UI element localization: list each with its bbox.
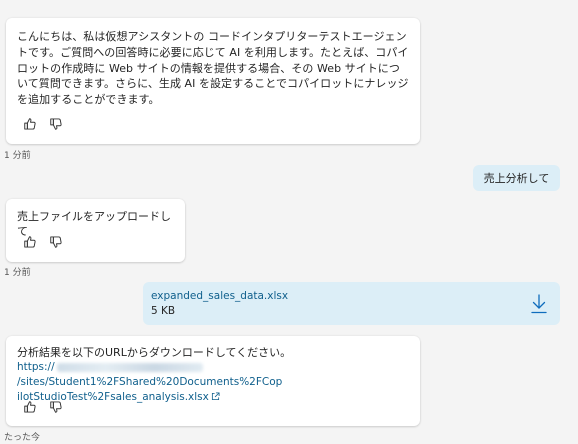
file-attachment[interactable]: expanded_sales_data.xlsx 5 KB <box>143 282 560 325</box>
thumbs-down-icon[interactable] <box>49 235 63 249</box>
bot-message-greeting: こんにちは、私は仮想アシスタントの コードインタプリターテストエージェントです。… <box>6 18 420 144</box>
result-link[interactable]: https:// /sites/Student1%2FShared%20Docum… <box>17 360 409 405</box>
external-link-icon[interactable] <box>211 391 220 401</box>
reaction-bar <box>23 117 63 131</box>
thumbs-down-icon[interactable] <box>49 117 63 131</box>
download-icon[interactable] <box>530 293 548 315</box>
reaction-bar <box>23 235 63 249</box>
timestamp: 1 分前 <box>4 268 31 278</box>
thumbs-up-icon[interactable] <box>23 117 37 131</box>
thumbs-down-icon[interactable] <box>49 400 63 414</box>
timestamp: たった今 <box>4 433 41 443</box>
link-path-1[interactable]: /sites/Student1%2FShared%20Documents%2FC… <box>17 376 282 388</box>
timestamp: 1 分前 <box>4 151 31 161</box>
bot-message-upload-request: 売上ファイルをアップロードして <box>6 199 185 262</box>
bot-message-text: 分析結果を以下のURLからダウンロードしてください。 <box>17 346 292 359</box>
link-prefix[interactable]: https:// <box>17 361 55 373</box>
file-name[interactable]: expanded_sales_data.xlsx <box>151 289 552 303</box>
redacted-domain <box>56 362 203 372</box>
thumbs-up-icon[interactable] <box>23 400 37 414</box>
user-message: 売上分析して <box>473 165 560 191</box>
file-size: 5 KB <box>151 305 176 317</box>
bot-message-result: 分析結果を以下のURLからダウンロードしてください。 https:// /site… <box>6 336 420 426</box>
thumbs-up-icon[interactable] <box>23 235 37 249</box>
reaction-bar <box>23 400 63 414</box>
bot-message-text: こんにちは、私は仮想アシスタントの コードインタプリターテストエージェントです。… <box>17 30 409 107</box>
